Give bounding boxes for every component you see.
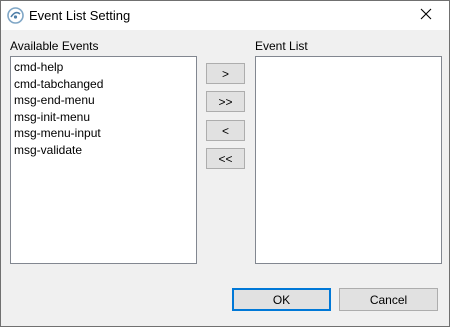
title-bar[interactable]: Event List Setting: [1, 1, 449, 30]
ok-button[interactable]: OK: [232, 288, 331, 311]
close-button[interactable]: [403, 1, 449, 30]
available-events-label: Available Events: [10, 39, 99, 53]
cancel-button[interactable]: Cancel: [339, 288, 438, 311]
remove-all-button[interactable]: <<: [206, 148, 245, 169]
list-item[interactable]: msg-validate: [14, 142, 196, 159]
remove-button[interactable]: <: [206, 120, 245, 141]
add-button[interactable]: >: [206, 63, 245, 84]
list-item[interactable]: msg-end-menu: [14, 92, 196, 109]
list-item[interactable]: cmd-help: [14, 59, 196, 76]
app-logo-icon: [7, 7, 24, 24]
window-title: Event List Setting: [29, 8, 131, 23]
dialog-window: Event List Setting Available Events cmd-…: [0, 0, 450, 327]
list-item[interactable]: msg-init-menu: [14, 109, 196, 126]
event-list-label: Event List: [255, 39, 308, 53]
list-item[interactable]: cmd-tabchanged: [14, 76, 196, 93]
event-list-box[interactable]: [255, 56, 442, 264]
available-events-list[interactable]: cmd-help cmd-tabchanged msg-end-menu msg-in…: [10, 56, 197, 264]
list-item[interactable]: msg-menu-input: [14, 125, 196, 142]
add-all-button[interactable]: >>: [206, 91, 245, 112]
close-icon: [420, 8, 432, 23]
